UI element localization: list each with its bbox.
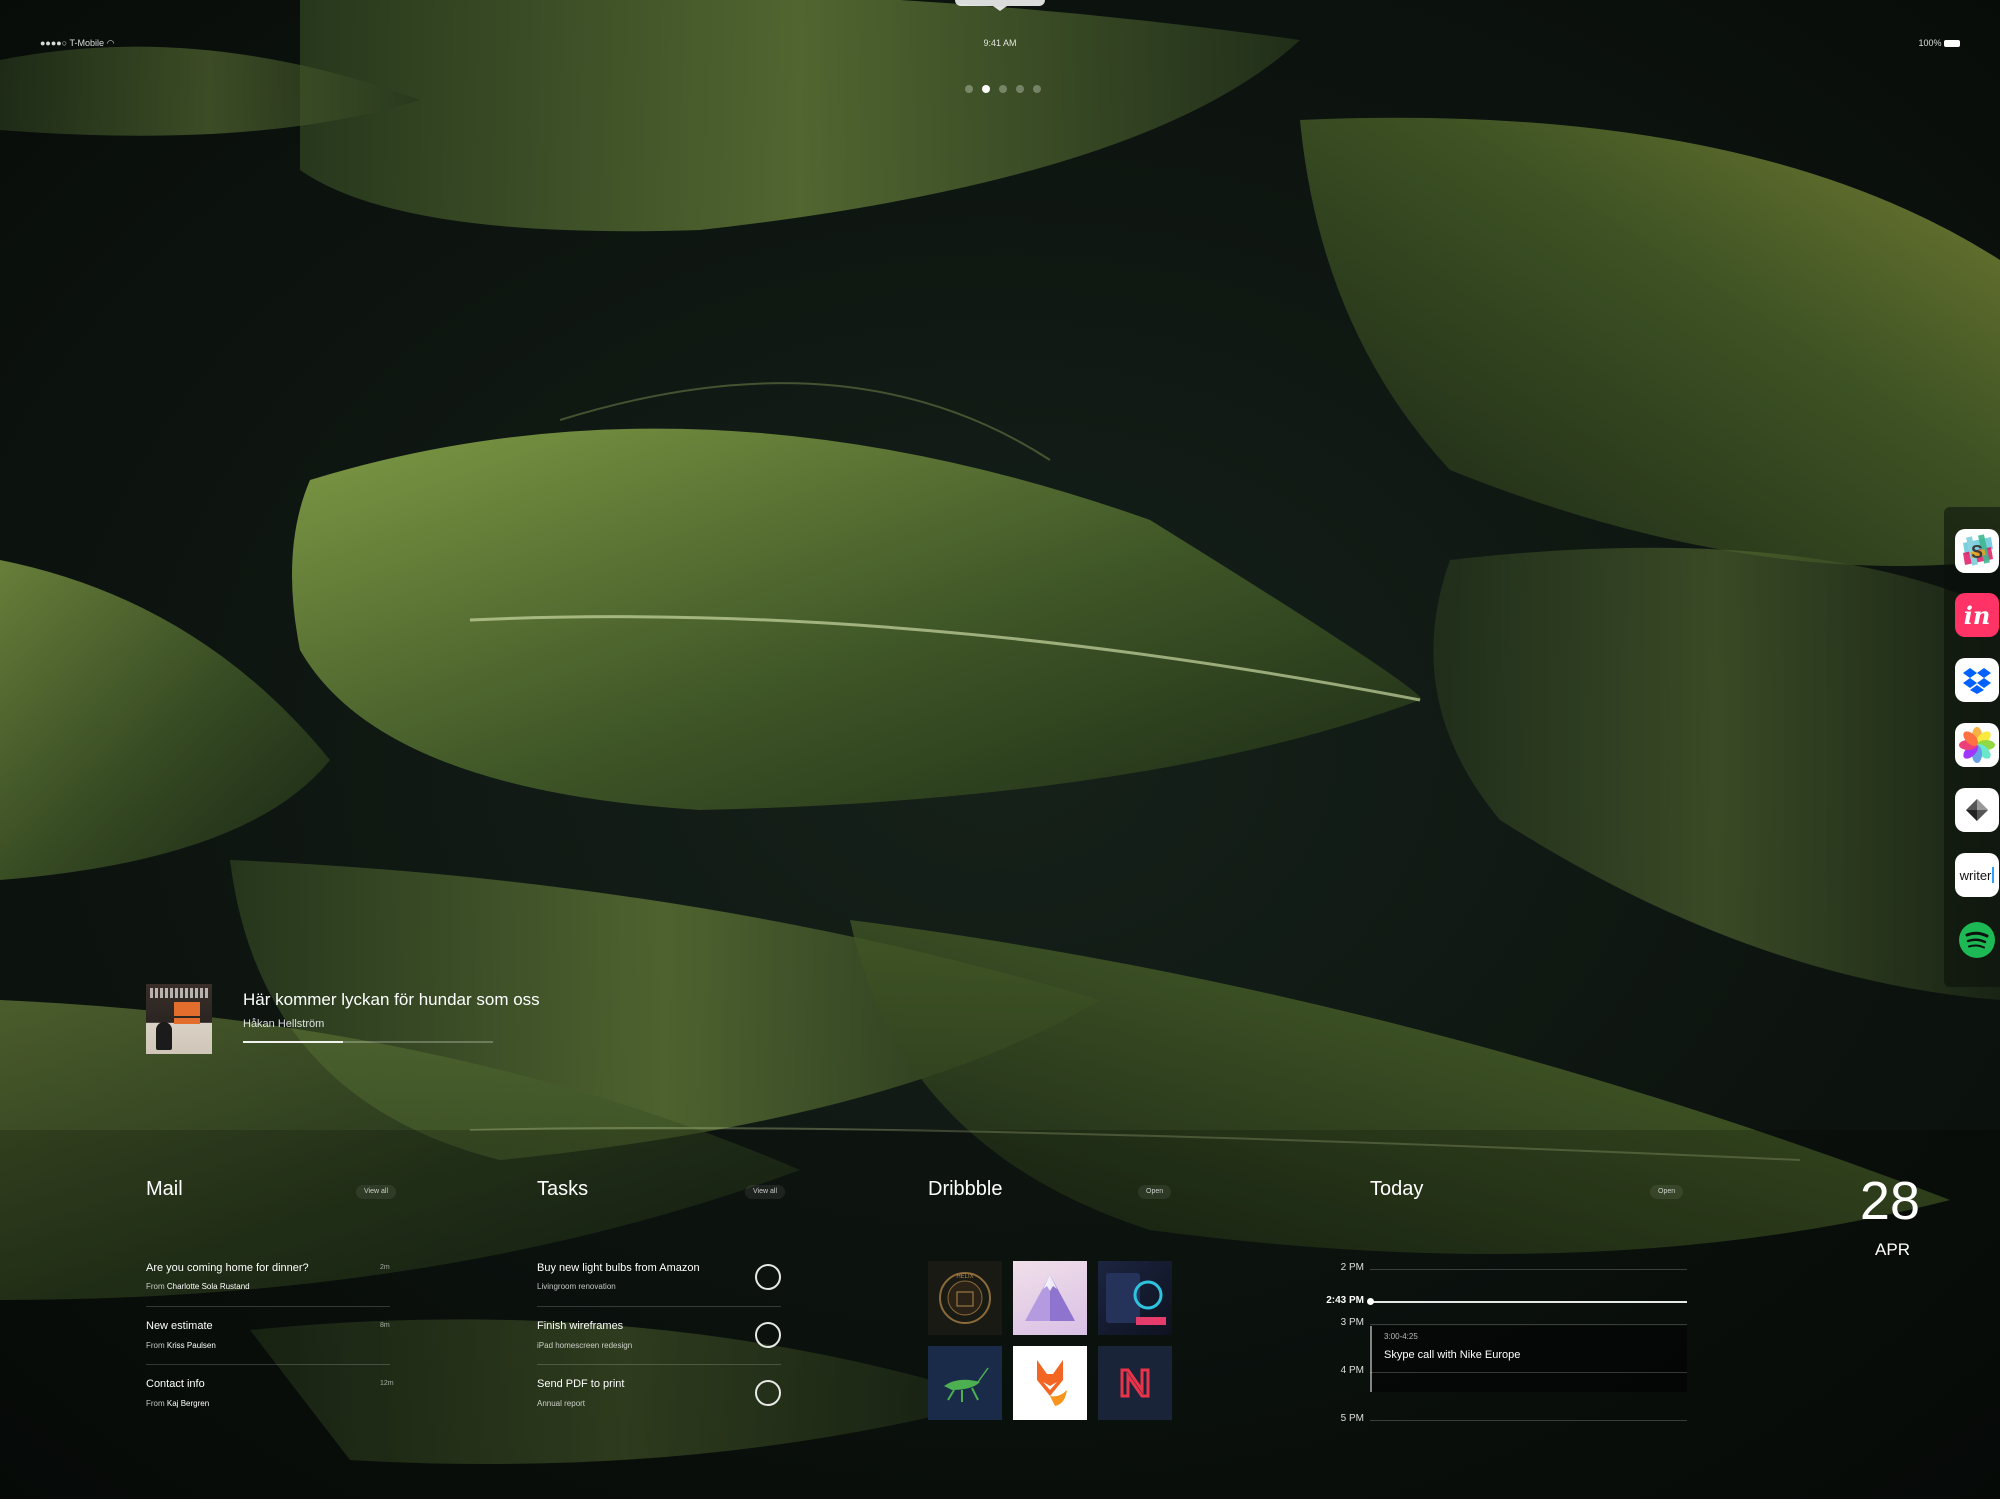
tasks-view-all-button[interactable]: View all	[745, 1185, 785, 1199]
hour-line	[1370, 1420, 1687, 1421]
page-indicator[interactable]	[965, 85, 1041, 93]
event-title: Skype call with Nike Europe	[1384, 1349, 1521, 1361]
hour-line	[1370, 1324, 1687, 1325]
task-item-project: iPad homescreen redesign	[537, 1341, 633, 1350]
today-widget-title: Today	[1370, 1178, 1424, 1200]
now-playing-progress[interactable]	[243, 1041, 493, 1043]
mail-item-from: From Kriss Paulsen	[146, 1341, 216, 1350]
writer-icon[interactable]: writer	[1955, 853, 1999, 897]
mail-item-subject[interactable]: New estimate	[146, 1320, 213, 1332]
divider	[537, 1306, 781, 1307]
task-item-title[interactable]: Buy new light bulbs from Amazon	[537, 1262, 700, 1274]
page-dot-active[interactable]	[982, 85, 990, 93]
svg-text:S: S	[1971, 542, 1983, 562]
task-item-project: Livingroom renovation	[537, 1282, 616, 1291]
mail-item-subject[interactable]: Contact info	[146, 1378, 205, 1390]
slack-icon[interactable]: S	[1955, 529, 1999, 573]
writer-cursor-icon	[1992, 867, 1995, 883]
mail-item-time: 2m	[380, 1264, 390, 1271]
dribbble-widget-title: Dribbble	[928, 1178, 1003, 1200]
mail-item-subject[interactable]: Are you coming home for dinner?	[146, 1262, 309, 1274]
invision-label: in	[1963, 600, 1991, 630]
today-open-button[interactable]: Open	[1650, 1185, 1684, 1199]
hour-label: 2 PM	[1340, 1262, 1364, 1273]
divider	[537, 1364, 781, 1365]
sketch-icon[interactable]	[1955, 788, 1999, 832]
photos-icon[interactable]	[1955, 723, 1999, 767]
date-day: 28	[1859, 1171, 1920, 1231]
event-time: 3:00-4:25	[1384, 1332, 1418, 1341]
hour-label: 3 PM	[1340, 1317, 1364, 1328]
current-time-line	[1370, 1301, 1687, 1303]
hour-line	[1370, 1269, 1687, 1270]
now-playing-artist: Håkan Hellström	[243, 1018, 325, 1030]
dribbble-shot-cricket[interactable]	[928, 1346, 1002, 1420]
current-time-dot	[1367, 1298, 1374, 1305]
dribbble-shot-mountain[interactable]	[1013, 1261, 1087, 1335]
battery-icon	[1944, 40, 1960, 48]
hour-label: 5 PM	[1340, 1413, 1364, 1424]
battery-label: 100%	[1918, 38, 1942, 48]
divider	[146, 1364, 390, 1365]
notification-pull-tab[interactable]	[955, 0, 1045, 11]
spotify-icon[interactable]	[1955, 918, 1999, 962]
dribbble-shot-fox[interactable]	[1013, 1346, 1087, 1420]
invision-icon[interactable]: in	[1955, 593, 1999, 637]
current-time-label: 2:43 PM	[1326, 1295, 1364, 1306]
date-month: APR	[1875, 1240, 1910, 1259]
progress-fill	[243, 1041, 343, 1043]
page-dot[interactable]	[1033, 85, 1041, 93]
mail-item-time: 8m	[380, 1322, 390, 1329]
app-dock: S in writer	[1944, 507, 2000, 987]
task-checkbox[interactable]	[755, 1380, 781, 1406]
divider	[146, 1306, 390, 1307]
dropbox-icon[interactable]	[1955, 658, 1999, 702]
page-dot[interactable]	[965, 85, 973, 93]
tasks-widget-title: Tasks	[537, 1178, 589, 1200]
mail-item-from: From Kaj Bergren	[146, 1399, 210, 1408]
mail-view-all-button[interactable]: View all	[356, 1185, 396, 1199]
mail-item-from: From Charlotte Sola Rustand	[146, 1282, 250, 1291]
dribbble-shot-n-logo[interactable]	[1098, 1346, 1172, 1420]
dribbble-shot-dashboard[interactable]	[1098, 1261, 1172, 1335]
svg-text:HELIX: HELIX	[956, 1274, 973, 1280]
album-art[interactable]	[146, 984, 212, 1054]
task-checkbox[interactable]	[755, 1264, 781, 1290]
task-item-title[interactable]: Finish wireframes	[537, 1320, 623, 1332]
task-item-project: Annual report	[537, 1399, 586, 1408]
hour-line	[1370, 1372, 1687, 1373]
dribbble-shot-helix[interactable]: HELIX	[928, 1261, 1002, 1335]
status-time: 9:41 AM	[983, 38, 1017, 48]
task-item-title[interactable]: Send PDF to print	[537, 1378, 624, 1390]
mail-widget-title: Mail	[146, 1178, 183, 1200]
page-dot[interactable]	[999, 85, 1007, 93]
writer-label: writer	[1959, 867, 1992, 883]
task-checkbox[interactable]	[755, 1322, 781, 1348]
mail-item-time: 12m	[380, 1380, 394, 1387]
dribbble-open-button[interactable]: Open	[1138, 1185, 1172, 1199]
hour-label: 4 PM	[1340, 1365, 1364, 1376]
page-dot[interactable]	[1016, 85, 1024, 93]
now-playing-title[interactable]: Här kommer lyckan för hundar som oss	[243, 990, 540, 1010]
status-battery: 100%	[1918, 38, 1960, 48]
